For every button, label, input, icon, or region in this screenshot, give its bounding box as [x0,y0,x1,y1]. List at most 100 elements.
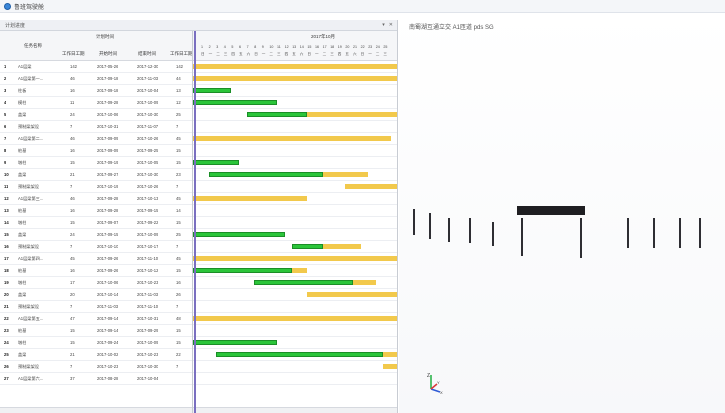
gantt-weekday-label: 一 [261,52,266,56]
gantt-hscroll[interactable] [193,407,397,413]
table-row[interactable]: 3 柱板 16 2017-09-18 2017-10-04 13 [0,85,192,97]
task-name-cell: 盖梁 [18,352,27,357]
overrun-bar[interactable] [193,376,231,381]
start-date-cell: 2017-10-19 [97,184,119,189]
axis-gizmo-icon: Z Y X [427,373,443,395]
task-name-cell: 预制梁架设 [18,124,39,129]
actual-progress-bar[interactable] [193,100,277,105]
table-row[interactable]: 17 A1层梁第四... 45 2017-09-26 2017-11-10 45 [0,253,192,265]
overrun-bar[interactable] [391,136,397,141]
header-duration[interactable]: 工作日工期 [62,51,85,57]
table-row[interactable]: 10 盖梁 21 2017-09-27 2017-10-30 23 [0,169,192,181]
table-row[interactable]: 12 A1层梁第三... 46 2017-09-28 2017-10-13 45 [0,193,192,205]
planned-bar[interactable] [307,112,397,117]
actual-progress-bar[interactable] [292,244,323,249]
gantt-day-label: 16 [315,45,319,49]
duration-cell: 142 [70,64,77,69]
app-title: 鲁班驾驶舱 [14,4,45,11]
actual-progress-bar[interactable] [193,160,239,165]
start-date-cell: 2017-10-14 [97,292,119,297]
end-date-cell: 2017-10-26 [137,136,159,141]
duration-cell: 24 [70,232,75,237]
actual-progress-bar[interactable] [208,172,323,177]
planned-bar[interactable] [193,136,391,141]
table-row[interactable]: 13 桩基 16 2017-09-28 2017-09-15 14 [0,205,192,217]
row-number: 26 [4,364,9,369]
table-row[interactable]: 27 A1层梁第六... 37 2017-08-28 2017-10-04 [0,373,192,385]
table-row[interactable]: 19 墩柱 17 2017-10-06 2017-10-23 16 [0,277,192,289]
model-viewport[interactable]: 南蜀湖互通立交 A1匝道 pds SG Z Y X [399,13,725,413]
actual-progress-bar[interactable] [216,352,384,357]
duration-cell: 46 [70,76,75,81]
table-row[interactable]: 14 墩柱 15 2017-09-07 2017-09-22 15 [0,217,192,229]
grid-hscroll[interactable] [0,407,192,413]
title-bar: 鲁班驾驶舱 [0,0,725,13]
overrun-bar[interactable] [307,196,322,201]
actual-progress-bar[interactable] [193,232,285,237]
task-name-cell: 模柱 [18,100,27,105]
table-row[interactable]: 7 A1层梁第二... 46 2017-09-09 2017-10-26 45 [0,133,192,145]
planned-bar[interactable] [322,244,361,249]
table-row[interactable]: 26 预制梁架设 7 2017-10-23 2017-10-30 7 [0,361,192,373]
actual-progress-bar[interactable] [246,112,308,117]
planned-bar[interactable] [345,184,397,189]
planned-bar[interactable] [383,364,397,369]
task-name-cell: 预制梁架设 [18,364,39,369]
actual-progress-bar[interactable] [193,340,277,345]
duration-cell: 7 [70,304,73,309]
header-task-name[interactable]: 任务名称 [24,43,42,49]
gantt-weekday-label: 五 [292,52,296,56]
planned-bar[interactable] [193,256,397,261]
table-row[interactable]: 4 模柱 11 2017-09-28 2017-10-09 12 [0,97,192,109]
close-icon[interactable]: ✕ [389,22,393,28]
planned-bar[interactable] [193,316,397,321]
planned-bar[interactable] [193,64,397,69]
duration2-cell: 15 [176,160,181,165]
planned-bar[interactable] [292,268,308,273]
table-row[interactable]: 18 桩基 16 2017-09-26 2017-10-12 15 [0,265,192,277]
gantt-day-label: 10 [269,45,274,49]
planned-bar[interactable] [353,280,376,285]
end-date-cell: 2017-10-09 [137,100,159,105]
planned-bar[interactable] [322,172,369,177]
table-row[interactable]: 11 预制梁架设 7 2017-10-19 2017-10-26 7 [0,181,192,193]
table-row[interactable]: 16 预制梁架设 7 2017-10-10 2017-10-17 7 [0,241,192,253]
pin-icon[interactable]: ▾ [382,22,385,28]
table-row[interactable]: 6 预制梁架设 7 2017-10-31 2017-11-07 7 [0,121,192,133]
gantt-day-label: 1 [201,45,203,49]
table-row[interactable]: 20 盖梁 20 2017-10-14 2017-11-03 26 [0,289,192,301]
actual-progress-bar[interactable] [254,280,353,285]
table-row[interactable]: 22 A1层梁第五... 47 2017-09-14 2017-10-31 48 [0,313,192,325]
header-start[interactable]: 开始时间 [99,51,117,57]
table-row[interactable]: 23 桩基 15 2017-09-14 2017-09-29 15 [0,325,192,337]
duration-cell: 15 [70,328,75,333]
gantt-day-label: 8 [254,45,257,49]
duration-cell: 47 [70,316,75,321]
planned-bar[interactable] [383,352,397,357]
table-row[interactable]: 1 A1层梁 142 2017-05-26 2017-12-30 142 [0,61,192,73]
table-row[interactable]: 25 盖梁 21 2017-10-02 2017-10-23 22 [0,349,192,361]
row-number: 20 [4,292,9,297]
table-row[interactable]: 2 A1层梁第一... 46 2017-09-18 2017-11-03 44 [0,73,192,85]
table-row[interactable]: 15 盖梁 24 2017-09-15 2017-10-09 25 [0,229,192,241]
header-duration2[interactable]: 工作日工期 [170,51,192,57]
end-date-cell: 2017-09-25 [137,148,159,153]
table-row[interactable]: 5 盖梁 24 2017-10-06 2017-10-30 25 [0,109,192,121]
table-row[interactable]: 9 墩柱 15 2017-09-19 2017-10-05 15 [0,157,192,169]
actual-progress-bar[interactable] [193,268,293,273]
overrun-bar[interactable] [376,280,384,285]
task-name-cell: A1层梁 [18,64,32,69]
table-row[interactable]: 8 桩基 16 2017-09-09 2017-09-25 15 [0,145,192,157]
planned-bar[interactable] [307,292,397,297]
schedule-panel: 计划进度 ▾ ✕ 任务名称 计划时间 工作日工期 开始时间 结束时间 工作日工期… [0,20,398,413]
actual-progress-bar[interactable] [193,88,232,93]
planned-bar[interactable] [193,76,397,81]
gantt-day-label: 19 [337,45,342,49]
gantt-header: 2017年10月 1 日 2 一 3 二 4 三 5 四 6 五 7 六 8 日 9 一 10 二 11 三 12 四 13 五 1… [193,31,397,61]
table-row[interactable]: 24 墩柱 15 2017-09-24 2017-10-09 15 [0,337,192,349]
gantt-day-label: 6 [239,45,241,49]
table-row[interactable]: 21 预制梁架设 7 2017-11-03 2017-11-10 7 [0,301,192,313]
header-end[interactable]: 结束时间 [138,51,156,57]
app-logo-icon [4,2,11,10]
planned-bar[interactable] [193,196,308,201]
